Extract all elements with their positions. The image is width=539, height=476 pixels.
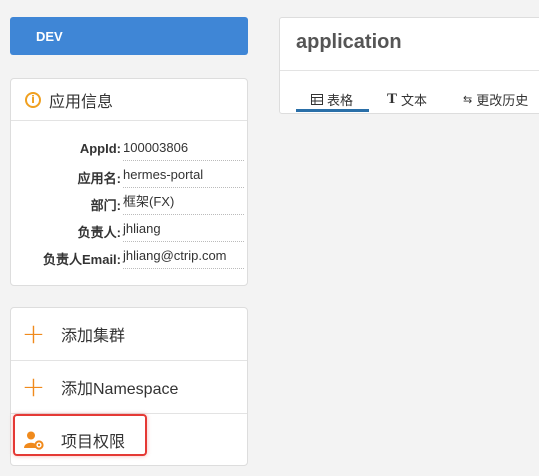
info-key: 应用名: [77,171,121,186]
tab-table[interactable]: 表格 [311,90,353,109]
divider [280,70,539,71]
tab-text-label: 文本 [401,93,428,108]
swap-icon: ⇆ [463,94,473,106]
add-namespace-label: 添加Namespace [61,381,179,398]
app-info-table: AppId: 100003806 应用名: hermes-portal 部门: … [11,134,249,269]
info-value: 框架(FX) [123,188,244,215]
app-info-title: 应用信息 [49,93,114,111]
info-value: 100003806 [123,134,244,161]
app-info-panel: i 应用信息 AppId: 100003806 应用名: hermes-port… [10,78,248,286]
info-key: 负责人: [77,225,121,240]
add-cluster-label: 添加集群 [61,328,126,345]
info-row-name: 应用名: hermes-portal [11,161,249,188]
add-cluster-button[interactable]: + 添加集群 [11,308,247,360]
info-icon: i [25,91,41,108]
info-row-email: 负责人Email: jhliang@ctrip.com [11,242,249,269]
env-dev-button[interactable]: DEV [10,17,248,55]
info-value: jhliang [123,215,244,242]
table-icon [311,94,323,105]
text-icon: T [387,91,398,107]
info-value: hermes-portal [123,161,244,188]
add-namespace-button[interactable]: + 添加Namespace [11,361,247,413]
tab-history[interactable]: ⇆ 更改历史 [463,90,528,109]
app-info-header: i 应用信息 [11,79,247,121]
env-label: DEV [36,28,63,44]
info-key: 负责人Email: [42,252,121,267]
info-row-dept: 部门: 框架(FX) [11,188,249,215]
info-row-owner: 负责人: jhliang [11,215,249,242]
active-tab-indicator [296,109,369,112]
tab-table-label: 表格 [327,93,354,108]
info-value: jhliang@ctrip.com [123,242,244,269]
plus-icon: + [21,317,46,350]
namespace-title: application [296,31,402,53]
info-row-appid: AppId: 100003806 [11,134,249,161]
highlight-box [13,414,147,456]
tab-history-label: 更改历史 [476,93,529,108]
namespace-panel: application 表格 T 文本 ⇆ 更改历史 [279,17,539,114]
info-key: AppId: [79,141,121,156]
info-key: 部门: [90,198,121,213]
tab-text[interactable]: T 文本 [387,90,427,109]
plus-icon: + [21,370,46,403]
